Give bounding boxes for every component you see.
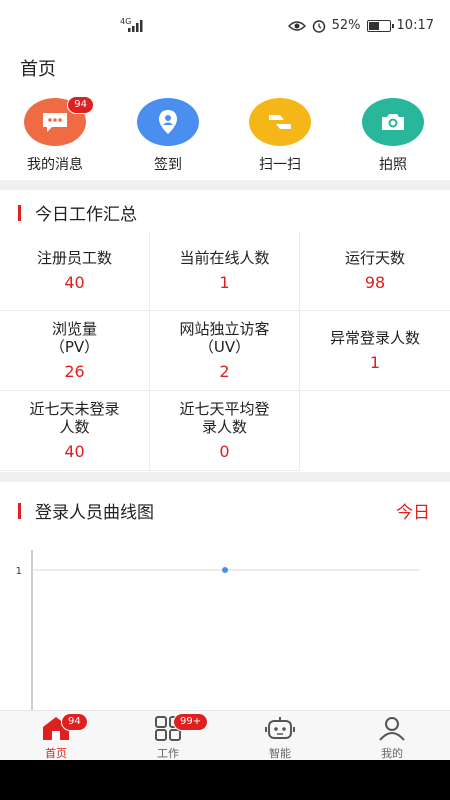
quick-action-messages[interactable]: 94 我的消息 xyxy=(10,96,100,174)
tab-home[interactable]: 94 首页 xyxy=(16,713,96,761)
battery-percent: 52% xyxy=(331,18,361,33)
stat-unique-visitors[interactable]: 网站独立访客（UV） 2 xyxy=(150,311,300,391)
camera-icon xyxy=(362,98,424,146)
summary-grid: 注册员工数 40 当前在线人数 1 运行天数 98 浏览量（PV） 26 网站独… xyxy=(0,231,450,471)
stat-avg-logins-7days[interactable]: 近七天平均登录人数 0 xyxy=(150,391,300,471)
alarm-icon xyxy=(312,19,325,33)
stat-value: 1 xyxy=(369,353,381,372)
quick-action-scan[interactable]: 扫一扫 xyxy=(235,98,325,174)
stat-value: 40 xyxy=(64,273,85,292)
tab-work[interactable]: 99+ 工作 xyxy=(128,713,209,761)
today-filter-link[interactable]: 今日 xyxy=(396,498,430,523)
stat-inactive-7days[interactable]: 近七天未登录人数 40 xyxy=(0,391,150,471)
home-icon: 94 xyxy=(41,713,88,741)
data-point xyxy=(222,567,228,573)
stat-label: 网站独立访客（UV） xyxy=(179,320,270,356)
stat-online-users[interactable]: 当前在线人数 1 xyxy=(150,231,300,311)
tab-label: 我的 xyxy=(381,747,403,760)
status-bar: 4G 52% 10:17 xyxy=(0,0,450,52)
page-title: 首页 xyxy=(20,59,56,80)
system-nav-bar xyxy=(0,760,450,800)
stat-label: 异常登录人数 xyxy=(329,329,420,347)
bottom-tab-bar: 94 首页 99+ 工作 智能 我的 xyxy=(0,710,450,760)
chart-title-text: 登录人员曲线图 xyxy=(35,503,154,523)
tab-me[interactable]: 我的 xyxy=(352,715,432,761)
quick-action-label: 签到 xyxy=(154,157,182,173)
quick-actions: 94 我的消息 签到 扫一扫 拍照 xyxy=(0,96,450,178)
stat-value: 2 xyxy=(219,362,230,381)
location-pin-icon xyxy=(137,98,199,146)
stat-value: 26 xyxy=(64,362,85,381)
stat-label: 当前在线人数 xyxy=(179,249,270,267)
stat-label: 近七天未登录人数 xyxy=(29,400,120,436)
signal-icon xyxy=(128,20,143,32)
scan-icon xyxy=(249,98,311,146)
stat-label: 近七天平均登录人数 xyxy=(179,400,270,436)
chart-section-title: 登录人员曲线图 xyxy=(18,498,154,523)
stat-abnormal-logins[interactable]: 异常登录人数 1 xyxy=(300,311,450,391)
grid-icon: 99+ xyxy=(153,713,209,741)
quick-action-camera[interactable]: 拍照 xyxy=(348,98,438,174)
stat-registered-employees[interactable]: 注册员工数 40 xyxy=(0,231,150,311)
quick-action-label: 我的消息 xyxy=(27,157,83,173)
stat-value: 1 xyxy=(219,273,230,292)
login-line-chart: 1 xyxy=(16,550,420,710)
home-badge: 94 xyxy=(61,713,88,731)
summary-section-title: 今日工作汇总 xyxy=(18,200,137,225)
tab-label: 工作 xyxy=(157,747,179,760)
message-icon: 94 xyxy=(24,96,94,146)
quick-action-checkin[interactable]: 签到 xyxy=(123,98,213,174)
tab-label: 智能 xyxy=(269,747,291,760)
eye-icon xyxy=(287,20,306,31)
stat-value: 40 xyxy=(64,442,85,461)
quick-action-label: 扫一扫 xyxy=(259,157,301,173)
accent-bar xyxy=(18,502,21,519)
stat-label: 注册员工数 xyxy=(36,249,112,267)
work-badge: 99+ xyxy=(173,713,209,731)
robot-icon xyxy=(265,715,295,741)
tab-smart[interactable]: 智能 xyxy=(240,715,320,761)
messages-badge: 94 xyxy=(67,96,94,114)
section-divider xyxy=(0,472,450,482)
stat-running-days[interactable]: 运行天数 98 xyxy=(300,231,450,311)
tab-label: 首页 xyxy=(45,747,67,760)
summary-title-text: 今日工作汇总 xyxy=(35,205,137,225)
stat-page-views[interactable]: 浏览量（PV） 26 xyxy=(0,311,150,391)
accent-bar xyxy=(18,204,21,221)
stat-value: 0 xyxy=(219,442,230,461)
stat-label: 运行天数 xyxy=(344,249,405,267)
clock: 10:17 xyxy=(396,18,434,33)
stat-label: 浏览量（PV） xyxy=(49,320,100,356)
battery-icon xyxy=(366,19,394,32)
stat-value: 98 xyxy=(364,273,386,292)
y-tick-label: 1 xyxy=(16,566,22,577)
section-divider xyxy=(0,180,450,190)
user-icon xyxy=(377,715,407,741)
quick-action-label: 拍照 xyxy=(379,157,407,173)
